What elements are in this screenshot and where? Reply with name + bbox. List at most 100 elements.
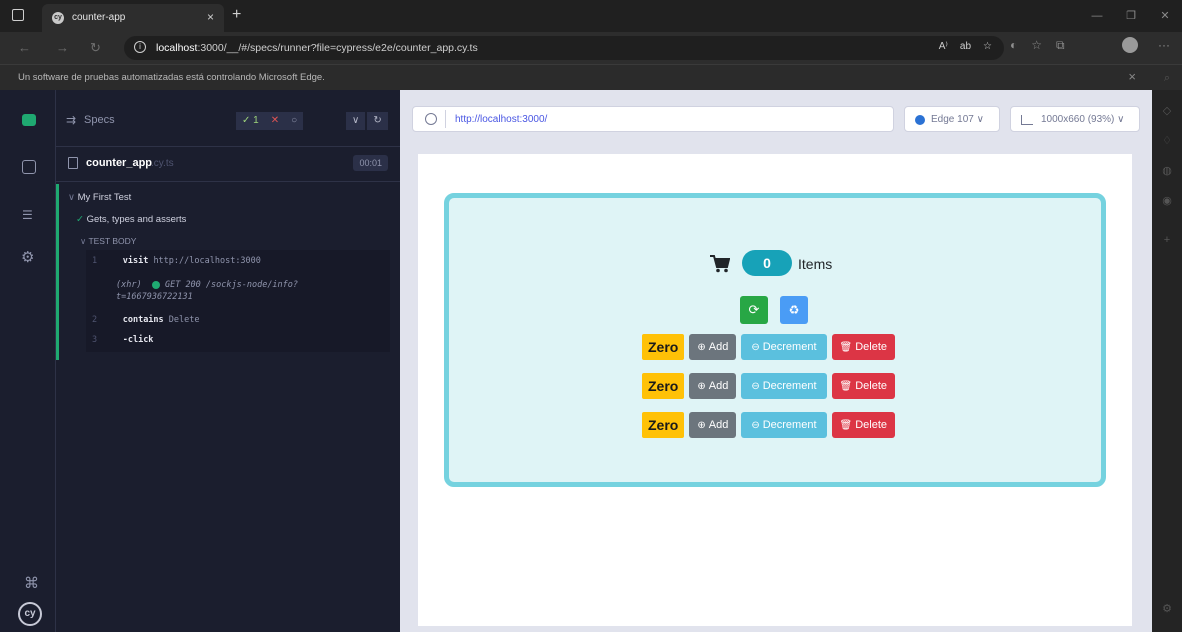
add-button[interactable]: ⊕ Add	[689, 412, 737, 438]
passed-count: ✓ 1	[236, 112, 265, 130]
trash-icon: 🗑	[839, 420, 853, 431]
count-badge: Zero	[642, 373, 685, 399]
sync-icon[interactable]: ◐	[1010, 38, 1017, 53]
decrement-button[interactable]: ⊖ Decrement	[741, 412, 827, 438]
shopping-icon[interactable]: ◇	[1160, 104, 1174, 118]
reload-icon[interactable]: ↻	[90, 40, 101, 56]
test-title[interactable]: ✓ Gets, types and asserts	[76, 214, 186, 225]
tab-close-icon[interactable]: ×	[207, 10, 214, 24]
file-icon	[68, 157, 78, 169]
pending-count: ○	[285, 112, 304, 130]
games-icon[interactable]: ◍	[1160, 164, 1174, 178]
cypress-left-nav: ☰ ⚙	[0, 90, 56, 632]
viewport-selector[interactable]: 1000x660 (93%) ∨	[1010, 106, 1140, 132]
expand-icon[interactable]: ∨	[346, 112, 366, 130]
infobar-close-icon[interactable]: ×	[1128, 69, 1136, 84]
command-log: 1 visit http://localhost:3000 (xhr) GET …	[86, 250, 390, 352]
viewport-label: 1000x660 (93%) ∨	[1041, 114, 1125, 125]
project-icon[interactable]	[22, 114, 36, 126]
address-bar[interactable]: i localhost:3000/__/#/specs/runner?file=…	[124, 36, 1004, 60]
cypress-logo-icon[interactable]: cy	[18, 602, 42, 626]
minus-circle-icon: ⊖	[751, 420, 760, 431]
aut-url-bar[interactable]: http://localhost:3000/	[412, 106, 894, 132]
profile-avatar[interactable]	[1122, 37, 1138, 53]
minus-circle-icon: ⊖	[751, 381, 760, 392]
aut-url: http://localhost:3000/	[455, 114, 548, 125]
run-controls: ∨ ↻	[346, 112, 388, 130]
read-aloud-icon[interactable]: A⁾	[939, 41, 948, 52]
delete-button[interactable]: 🗑 Delete	[831, 412, 895, 438]
count-badge: Zero	[642, 334, 685, 360]
settings-icon[interactable]: ⚙	[21, 248, 39, 266]
spec-file-header: counter_app .cy.ts 00:01	[56, 146, 400, 182]
viewport-icon	[1021, 115, 1033, 125]
items-label: Items	[798, 256, 833, 272]
plus-circle-icon: ⊕	[697, 381, 706, 392]
keyboard-shortcuts-icon[interactable]: ⌘	[24, 574, 39, 592]
forward-icon[interactable]: →	[56, 40, 69, 55]
cypress-favicon-icon: cy	[52, 12, 64, 24]
tab-actions-icon[interactable]	[12, 9, 24, 21]
browser-label: Edge 107 ∨	[931, 114, 984, 125]
window-controls: — ❐ ✕	[1080, 0, 1182, 32]
search-icon[interactable]: ⌕	[1160, 72, 1174, 86]
counter-row: Zero ⊕ Add ⊖ Decrement 🗑 Delete	[642, 373, 895, 399]
trash-icon: 🗑	[839, 342, 853, 353]
minimize-icon[interactable]: —	[1080, 0, 1114, 32]
refresh-button[interactable]: ⟳	[740, 296, 768, 324]
browser-tab[interactable]: cy counter-app ×	[42, 4, 224, 32]
browser-extension-icons: ◐ ☆ ⧉	[1010, 38, 1065, 53]
command-row[interactable]: 3 -click	[92, 335, 153, 345]
add-button[interactable]: ⊕ Add	[689, 373, 737, 399]
automation-infobar: Un software de pruebas automatizadas est…	[0, 64, 1182, 90]
counter-row: Zero ⊕ Add ⊖ Decrement 🗑 Delete	[642, 334, 895, 360]
infobar-message: Un software de pruebas automatizadas est…	[18, 72, 325, 83]
decrement-button[interactable]: ⊖ Decrement	[741, 373, 827, 399]
command-row[interactable]: (xhr) GET 200 /sockjs-node/info?	[116, 280, 298, 290]
runs-icon[interactable]	[22, 160, 36, 174]
counter-row: Zero ⊕ Add ⊖ Decrement 🗑 Delete	[642, 412, 895, 438]
suite-title[interactable]: ∨ My First Test	[68, 192, 131, 203]
cart-icon	[710, 255, 730, 273]
office-icon[interactable]: ◉	[1160, 194, 1174, 208]
trash-icon: 🗑	[839, 381, 853, 392]
site-info-icon[interactable]: i	[134, 41, 146, 53]
plus-circle-icon: ⊕	[697, 420, 706, 431]
test-body-toggle[interactable]: ∨ TEST BODY	[80, 236, 136, 247]
command-row[interactable]: 2 contains Delete	[92, 315, 200, 325]
rerun-icon[interactable]: ↻	[367, 112, 388, 130]
minus-circle-icon: ⊖	[751, 342, 760, 353]
specs-toggle-icon[interactable]: ⇉	[66, 113, 76, 127]
back-icon[interactable]: ←	[18, 40, 31, 55]
close-window-icon[interactable]: ✕	[1148, 0, 1182, 32]
command-row-continued: t=1667936722131	[116, 292, 193, 302]
test-stats: ✓ 1 ✕ ○	[236, 112, 304, 130]
new-tab-button[interactable]: +	[232, 6, 241, 24]
spec-name: counter_app	[86, 157, 153, 169]
specs-header-label[interactable]: Specs	[84, 114, 115, 126]
browser-selector[interactable]: Edge 107 ∨	[904, 106, 1000, 132]
command-row[interactable]: 1 visit http://localhost:3000	[92, 256, 261, 266]
count-badge: Zero	[642, 412, 685, 438]
edge-sidebar: ⌕ ◇ ♢ ◍ ◉ + ⚙	[1152, 72, 1182, 632]
sidebar-settings-icon[interactable]: ⚙	[1160, 602, 1174, 616]
spec-duration: 00:01	[353, 155, 388, 171]
add-button[interactable]: ⊕ Add	[689, 334, 737, 360]
decrement-button[interactable]: ⊖ Decrement	[741, 334, 827, 360]
add-sidebar-icon[interactable]: +	[1160, 234, 1174, 248]
edge-logo-icon	[915, 115, 925, 125]
collections-icon[interactable]: ⧉	[1056, 38, 1065, 53]
selector-playground-icon[interactable]	[425, 113, 437, 125]
total-count-badge: 0	[742, 250, 792, 276]
recycle-button[interactable]: ♻	[780, 296, 808, 324]
xhr-status-dot-icon	[151, 280, 160, 289]
favorite-add-icon[interactable]: ☆	[983, 41, 992, 52]
specs-list-icon[interactable]: ☰	[22, 208, 40, 226]
delete-button[interactable]: 🗑 Delete	[831, 334, 895, 360]
translate-icon[interactable]: ab	[960, 41, 971, 52]
delete-button[interactable]: 🗑 Delete	[831, 373, 895, 399]
favorites-icon[interactable]: ☆	[1031, 38, 1042, 53]
more-menu-icon[interactable]: ···	[1158, 38, 1170, 52]
tools-icon[interactable]: ♢	[1160, 134, 1174, 148]
restore-icon[interactable]: ❐	[1114, 0, 1148, 32]
